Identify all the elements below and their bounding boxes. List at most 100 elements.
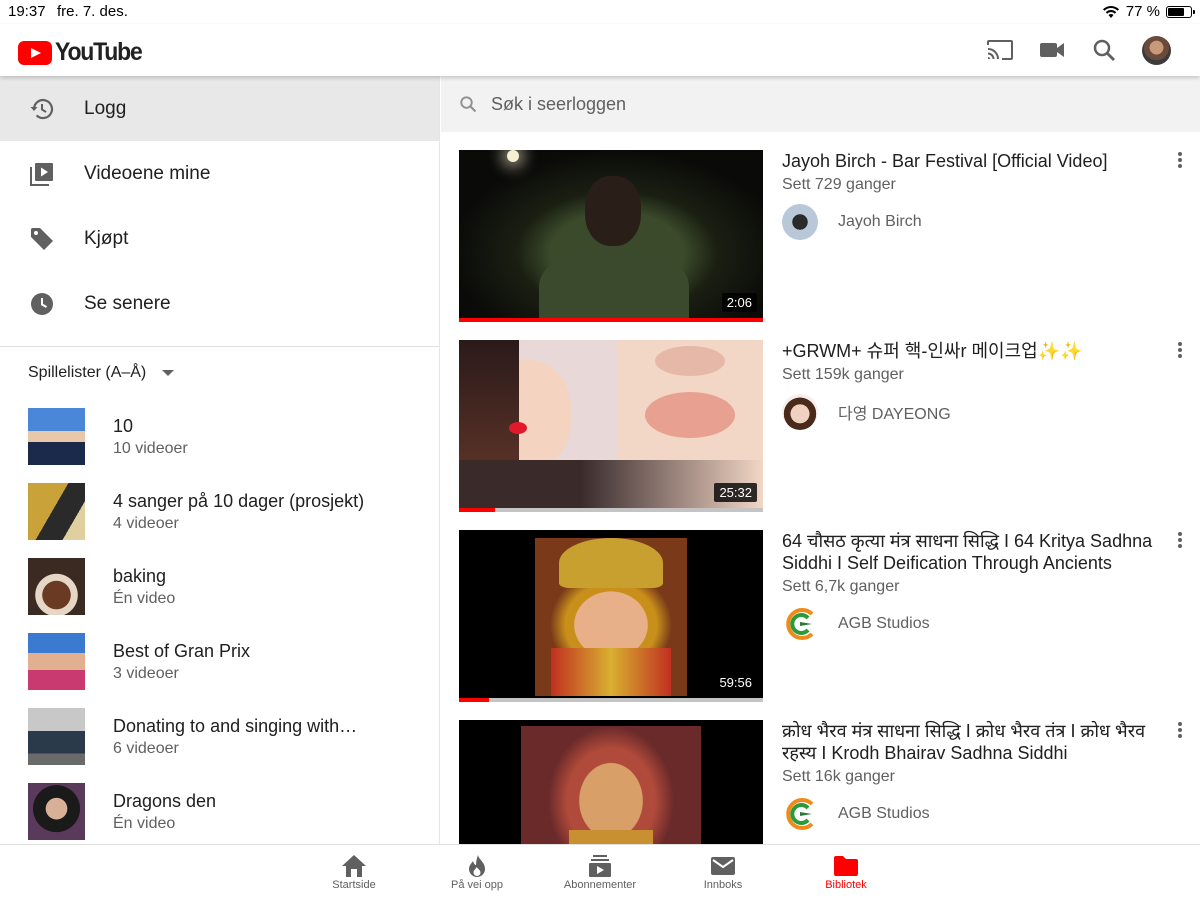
playlist-thumbnail [28,558,85,615]
more-options-button[interactable] [1172,720,1188,740]
playlist-title: Dragons den [113,790,217,811]
tab-home[interactable]: Startside [293,845,416,900]
playlist-item[interactable]: Dragons den Én video [0,774,439,844]
history-search-input[interactable]: Søk i seerloggen [491,94,626,115]
video-camera-icon [1040,43,1064,57]
video-info: क्रोध भैरव मंत्र साधना सिद्धि I क्रोध भै… [782,720,1172,832]
playlist-title: 10 [113,415,134,436]
sidebar-item-history[interactable]: Logg [0,76,439,141]
video-duration: 2:06 [721,293,757,312]
channel-name: Jayoh Birch [838,213,922,230]
video-channel[interactable]: Jayoh Birch [782,204,1172,240]
status-right: 77 % [1102,3,1195,20]
more-vert-icon [1178,342,1182,346]
search-button[interactable] [1078,34,1130,66]
tab-label: Innboks [703,879,743,891]
video-thumbnail[interactable]: 2:06 [459,150,763,322]
video-thumbnail[interactable]: 25:32 [459,340,763,512]
tab-inbox[interactable]: Innboks [662,845,785,900]
cast-button[interactable] [974,34,1026,66]
playlist-title: Best of Gran Prix [113,640,251,661]
account-avatar [1141,35,1171,65]
playlist-item[interactable]: Best of Gran Prix 3 videoer [0,624,439,699]
youtube-logo[interactable]: YouTube [18,38,149,67]
channel-name: 다영 DAYEONG [838,406,951,423]
tab-label: Bibliotek [825,879,867,891]
logo-text: YouTube [55,38,143,66]
more-options-button[interactable] [1172,150,1188,170]
video-thumbnail[interactable] [459,720,763,844]
video-channel[interactable]: AGB Studios [782,606,1172,642]
video-thumbnail[interactable]: 59:56 [459,530,763,702]
watch-progress-track [459,508,763,512]
more-vert-icon [1178,722,1182,726]
watch-progress-track [459,698,763,702]
tab-library[interactable]: Bibliotek [785,845,908,900]
tab-label: Abonnementer [563,879,637,891]
channel-avatar [782,796,818,832]
playlist-thumbnail [28,408,85,465]
playlist-count: 10 videoer [113,439,188,457]
video-title: +GRWM+ 슈퍼 핵-인싸r 메이크업✨✨ [782,341,1083,361]
tag-icon [28,225,56,253]
history-video-item[interactable]: 2:06 Jayoh Birch - Bar Festival [Officia… [459,150,1200,322]
video-duration: 25:32 [714,483,757,502]
playlist-item[interactable]: 10 10 videoer [0,399,439,474]
watch-progress-bar [459,318,763,322]
sidebar-item-label: Kjøpt [84,227,129,249]
playlist-item[interactable]: Donating to and singing with… 6 videoer [0,699,439,774]
account-button[interactable] [1130,34,1182,66]
playlist-thumbnail [28,708,85,765]
tab-subscriptions[interactable]: Abonnementer [539,845,662,900]
sidebar-item-watch-later[interactable]: Se senere [0,271,439,336]
playlist-thumbnail [28,483,85,540]
video-info: Jayoh Birch - Bar Festival [Official Vid… [782,150,1172,240]
playlist-count: 4 videoer [113,514,179,532]
bottom-tab-bar: Startside På vei opp Abonnementer Innbok… [0,844,1200,900]
home-icon [342,855,366,877]
status-date: fre. 7. des. [57,3,128,20]
video-channel[interactable]: AGB Studios [782,796,1172,832]
playlist-item[interactable]: baking Én video [0,549,439,624]
video-views: Sett 729 ganger [782,176,896,193]
history-video-item[interactable]: क्रोध भैरव मंत्र साधना सिद्धि I क्रोध भै… [459,720,1200,844]
battery-icon [1166,5,1195,18]
channel-avatar [782,204,818,240]
playlist-thumbnail [28,783,85,840]
video-title: 64 चौसठ कृत्या मंत्र साधना सिद्धि I 64 K… [782,531,1153,573]
playlist-item[interactable]: 4 sanger på 10 dager (prosjekt) 4 videoer [0,474,439,549]
trending-flame-icon [469,855,485,877]
video-info: 64 चौसठ कृत्या मंत्र साधना सिद्धि I 64 K… [782,530,1172,642]
clock-icon [28,290,56,318]
video-channel[interactable]: 다영 DAYEONG [782,394,1172,430]
history-video-item[interactable]: 25:32 +GRWM+ 슈퍼 핵-인싸r 메이크업✨✨ Sett 159k g… [459,340,1200,512]
more-vert-icon [1178,532,1182,536]
search-icon [1093,39,1115,61]
history-search-bar[interactable]: Søk i seerloggen [441,76,1200,132]
app-bar: YouTube [0,24,1200,76]
watch-progress-bar [459,698,490,702]
status-time: 19:37 [8,3,46,20]
playlists-header: Spillelister (A–Å) [28,364,147,381]
playlist-count: Én video [113,814,176,832]
sidebar-item-purchased[interactable]: Kjøpt [0,206,439,271]
tab-label: Startside [332,879,376,891]
more-options-button[interactable] [1172,530,1188,550]
upload-video-button[interactable] [1026,34,1078,66]
cast-icon [987,40,1013,60]
sidebar-item-label: Se senere [84,292,171,314]
playlist-count: Én video [113,589,176,607]
subscriptions-icon [589,855,611,877]
playlists-sort-dropdown[interactable]: Spillelister (A–Å) [0,347,439,399]
sidebar-item-my-videos[interactable]: Videoene mine [0,141,439,206]
history-video-item[interactable]: 59:56 64 चौसठ कृत्या मंत्र साधना सिद्धि … [459,530,1200,702]
more-options-button[interactable] [1172,340,1188,360]
channel-avatar [782,394,818,430]
video-views: Sett 16k ganger [782,768,895,785]
search-icon [460,96,477,113]
tab-trending[interactable]: På vei opp [416,845,539,900]
sidebar-item-label: Videoene mine [84,162,211,184]
my-videos-icon [28,160,56,188]
video-duration: 59:56 [714,673,757,692]
video-views: Sett 6,7k ganger [782,578,900,595]
